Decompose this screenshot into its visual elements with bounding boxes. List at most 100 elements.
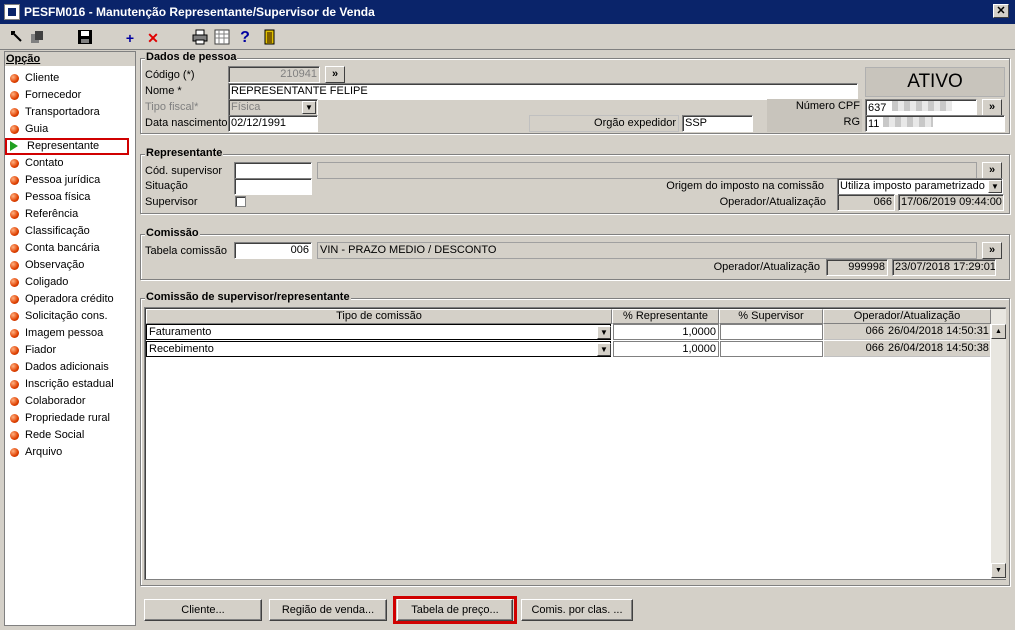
- operador-date: 17/06/2019 09:44:00: [898, 194, 1004, 211]
- sidebar-item-rede-social[interactable]: Rede Social: [5, 427, 135, 444]
- rg-label: RG: [767, 115, 862, 132]
- tabela-preco-button[interactable]: Tabela de preço...: [397, 599, 513, 621]
- cliente-button[interactable]: Cliente...: [144, 599, 262, 621]
- sidebar-item-guia[interactable]: Guia: [5, 121, 135, 138]
- add-icon[interactable]: +: [121, 29, 139, 47]
- close-button[interactable]: ✕: [993, 4, 1009, 18]
- regiao-venda-button[interactable]: Região de venda...: [269, 599, 387, 621]
- chevron-down-icon[interactable]: ▼: [302, 101, 316, 114]
- chevron-down-icon[interactable]: ▼: [597, 343, 611, 356]
- window-title: PESFM016 - Manutenção Representante/Supe…: [24, 5, 375, 19]
- sidebar-item-coligado[interactable]: Coligado: [5, 274, 135, 291]
- bullet-icon: [10, 159, 19, 168]
- bullet-icon: [10, 210, 19, 219]
- representante-cell[interactable]: 1,0000: [613, 341, 719, 357]
- redacted-blur: [892, 101, 953, 111]
- rg-field[interactable]: 11: [865, 115, 1005, 132]
- data-nascimento-field[interactable]: 02/12/1991: [228, 115, 318, 132]
- sidebar-item-cliente[interactable]: Cliente: [5, 70, 135, 87]
- origem-imposto-select[interactable]: Utiliza imposto parametrizado: [837, 178, 1003, 195]
- copy-icon[interactable]: [28, 29, 46, 47]
- tipo-cell[interactable]: Faturamento: [146, 324, 611, 340]
- sidebar-item-conta-bancaria[interactable]: Conta bancária: [5, 240, 135, 257]
- operador-date-cell: 26/04/2018 14:50:31: [886, 324, 990, 340]
- tabela-comissao-lookup-button[interactable]: »: [982, 242, 1002, 259]
- sidebar-item-dados-adicionais[interactable]: Dados adicionais: [5, 359, 135, 376]
- scroll-down-icon[interactable]: ▼: [991, 563, 1006, 578]
- operador-date-cell: 26/04/2018 14:50:38: [886, 341, 990, 357]
- comissao-table: Tipo de comissão % Representante % Super…: [144, 307, 1006, 580]
- comis-clas-button[interactable]: Comis. por clas. ...: [521, 599, 633, 621]
- tipo-cell[interactable]: Recebimento: [146, 341, 611, 357]
- door-icon[interactable]: [261, 29, 279, 47]
- sidebar-item-imagem-pessoa[interactable]: Imagem pessoa: [5, 325, 135, 342]
- help-icon[interactable]: ?: [236, 29, 254, 47]
- calculator-icon[interactable]: [213, 29, 231, 47]
- cpf-field[interactable]: 637: [865, 99, 977, 116]
- representante-cell[interactable]: 1,0000: [613, 324, 719, 340]
- column-header-tipo[interactable]: Tipo de comissão: [146, 309, 612, 324]
- codigo-field[interactable]: 210941: [228, 66, 320, 83]
- bullet-icon: [10, 91, 19, 100]
- supervisor-checkbox[interactable]: [235, 196, 246, 207]
- nome-label: Nome *: [145, 85, 182, 97]
- situacao-field[interactable]: [234, 178, 312, 195]
- sidebar-item-inscricao-estadual[interactable]: Inscrição estadual: [5, 376, 135, 393]
- app-icon: [4, 4, 20, 20]
- situacao-label: Situação: [145, 180, 188, 192]
- supervisor-lookup-button[interactable]: »: [982, 162, 1002, 179]
- column-header-representante[interactable]: % Representante: [612, 309, 719, 324]
- sidebar-item-arquivo[interactable]: Arquivo: [5, 444, 135, 461]
- operador-code-cell: 066: [824, 324, 886, 340]
- arrow-right-icon: [10, 141, 18, 151]
- chevron-down-icon[interactable]: ▼: [988, 180, 1002, 193]
- sidebar-item-solicitacao-cons[interactable]: Solicitação cons.: [5, 308, 135, 325]
- comissao-title: Comissão: [145, 227, 200, 239]
- scroll-up-icon[interactable]: ▲: [991, 324, 1006, 339]
- sidebar-item-referencia[interactable]: Referência: [5, 206, 135, 223]
- delete-icon[interactable]: ✕: [144, 29, 162, 47]
- title-bar: PESFM016 - Manutenção Representante/Supe…: [0, 0, 1015, 24]
- cpf-lookup-button[interactable]: »: [982, 99, 1002, 116]
- exit-icon[interactable]: [8, 29, 26, 47]
- orgao-expedidor-field[interactable]: SSP: [682, 115, 753, 132]
- bullet-icon: [10, 227, 19, 236]
- comissao-operador-date: 23/07/2018 17:29:01: [892, 259, 996, 276]
- sidebar-item-observacao[interactable]: Observação: [5, 257, 135, 274]
- tabela-comissao-label: Tabela comissão: [145, 245, 227, 257]
- codigo-label: Código (*): [145, 69, 195, 81]
- column-header-supervisor[interactable]: % Supervisor: [719, 309, 823, 324]
- comissao-operador-code: 999998: [826, 259, 888, 276]
- supervisor-cell[interactable]: [720, 341, 823, 357]
- operador-atualizacao-label: Operador/Atualização: [719, 196, 826, 208]
- operador-code: 066: [837, 194, 895, 211]
- sidebar-item-transportadora[interactable]: Transportadora: [5, 104, 135, 121]
- column-header-operador[interactable]: Operador/Atualização: [823, 309, 991, 324]
- sidebar-item-pessoa-juridica[interactable]: Pessoa jurídica: [5, 172, 135, 189]
- sidebar-item-colaborador[interactable]: Colaborador: [5, 393, 135, 410]
- tipo-fiscal-label: Tipo fiscal*: [145, 101, 199, 113]
- sidebar-item-operadora-credito[interactable]: Operadora crédito: [5, 291, 135, 308]
- bullet-icon: [10, 380, 19, 389]
- supervisor-cell[interactable]: [720, 324, 823, 340]
- sidebar-item-contato[interactable]: Contato: [5, 155, 135, 172]
- sidebar-item-fiador[interactable]: Fiador: [5, 342, 135, 359]
- sidebar-item-propriedade-rural[interactable]: Propriedade rural: [5, 410, 135, 427]
- vertical-scrollbar[interactable]: ▲ ▼: [991, 309, 1006, 579]
- print-icon[interactable]: [191, 29, 209, 47]
- sidebar-item-classificacao[interactable]: Classificação: [5, 223, 135, 240]
- bullet-icon: [10, 261, 19, 270]
- tabela-comissao-field[interactable]: 006: [234, 242, 312, 259]
- nome-field[interactable]: REPRESENTANTE FELIPE: [228, 83, 858, 100]
- codigo-lookup-button[interactable]: »: [325, 66, 345, 83]
- sidebar-item-pessoa-fisica[interactable]: Pessoa física: [5, 189, 135, 206]
- bullet-icon: [10, 176, 19, 185]
- sidebar-item-fornecedor[interactable]: Fornecedor: [5, 87, 135, 104]
- sidebar-item-representante[interactable]: Representante: [5, 138, 129, 155]
- cod-supervisor-field[interactable]: [234, 162, 312, 179]
- chevron-down-icon[interactable]: ▼: [597, 326, 611, 339]
- toolbar: + ✕ ?: [0, 24, 1015, 50]
- cod-supervisor-label: Cód. supervisor: [145, 165, 223, 177]
- tabela-comissao-desc: VIN - PRAZO MEDIO / DESCONTO: [317, 242, 977, 259]
- save-icon[interactable]: [76, 29, 94, 47]
